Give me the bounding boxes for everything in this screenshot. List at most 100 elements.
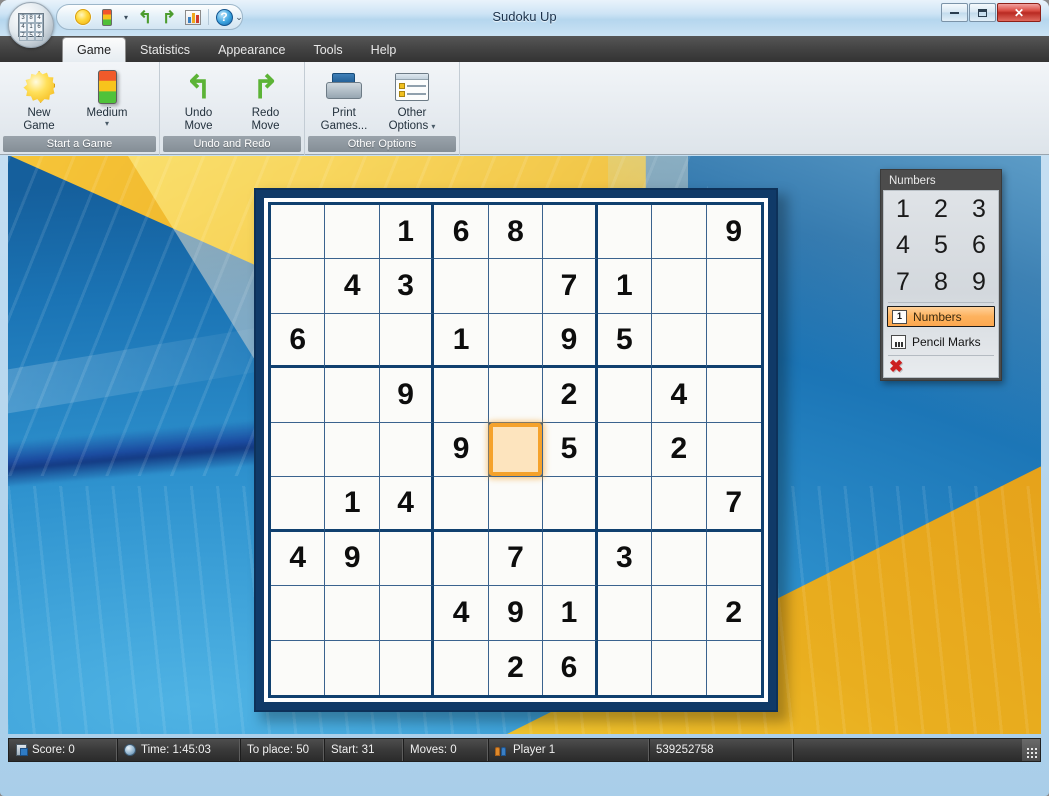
sudoku-cell-r2-c4[interactable] <box>434 259 489 314</box>
toolbar-overflow-button[interactable]: ⌄ <box>232 9 246 25</box>
sudoku-cell-r7-c1[interactable]: 4 <box>271 531 326 587</box>
sudoku-cell-r8-c4[interactable]: 4 <box>434 586 489 641</box>
sudoku-cell-r5-c2[interactable] <box>325 422 380 478</box>
sudoku-cell-r4-c8[interactable]: 4 <box>652 368 707 423</box>
mode-numbers-option[interactable]: 1 Numbers <box>887 306 995 327</box>
sudoku-cell-r7-c9[interactable] <box>706 531 761 587</box>
number-key-6[interactable]: 6 <box>960 228 998 265</box>
tab-statistics[interactable]: Statistics <box>126 38 204 62</box>
sudoku-cell-r5-c9[interactable] <box>706 422 761 478</box>
tab-appearance[interactable]: Appearance <box>204 38 299 62</box>
sudoku-cell-r3-c1[interactable]: 6 <box>271 313 326 369</box>
sudoku-cell-r9-c9[interactable] <box>706 640 761 695</box>
sudoku-cell-r6-c8[interactable] <box>652 477 707 532</box>
sudoku-cell-r9-c7[interactable] <box>597 640 653 695</box>
sudoku-cell-r2-c8[interactable] <box>652 259 707 314</box>
sudoku-cell-r2-c1[interactable] <box>271 259 326 314</box>
sudoku-cell-r3-c5[interactable] <box>488 313 544 369</box>
sudoku-cell-r6-c6[interactable] <box>543 477 598 532</box>
other-options-button[interactable]: Other Options ▾ <box>379 66 445 133</box>
difficulty-button[interactable]: Medium ▾ <box>74 66 140 130</box>
redo-quick-button[interactable]: ↱ <box>158 7 180 27</box>
difficulty-quick-button[interactable] <box>96 7 118 27</box>
sudoku-cell-r4-c3[interactable]: 9 <box>379 368 435 423</box>
sudoku-cell-r7-c4[interactable] <box>434 531 489 587</box>
sudoku-cell-r1-c8[interactable] <box>652 205 707 260</box>
sudoku-cell-r2-c9[interactable] <box>706 259 761 314</box>
sudoku-cell-r1-c6[interactable] <box>543 205 598 260</box>
sudoku-cell-r1-c7[interactable] <box>597 205 653 260</box>
new-game-quick-button[interactable] <box>72 7 94 27</box>
sudoku-cell-r8-c1[interactable] <box>271 586 326 641</box>
sudoku-cell-r2-c6[interactable]: 7 <box>543 259 598 314</box>
difficulty-dropdown-button[interactable]: ▾ <box>120 7 132 27</box>
sudoku-cell-r5-c3[interactable] <box>379 422 435 478</box>
sudoku-cell-r8-c5[interactable]: 9 <box>488 586 544 641</box>
close-button[interactable]: ✕ <box>997 3 1041 22</box>
sudoku-cell-r8-c6[interactable]: 1 <box>543 586 598 641</box>
sudoku-cell-r4-c9[interactable] <box>706 368 761 423</box>
sudoku-cell-r7-c8[interactable] <box>652 531 707 587</box>
mode-pencil-marks-option[interactable]: Pencil Marks <box>887 331 995 352</box>
sudoku-cell-r9-c2[interactable] <box>325 640 380 695</box>
number-keypad[interactable]: 123 456 789 <box>884 191 998 301</box>
sudoku-cell-r9-c8[interactable] <box>652 640 707 695</box>
number-key-8[interactable]: 8 <box>922 264 960 301</box>
sudoku-cell-r6-c3[interactable]: 4 <box>379 477 435 532</box>
undo-move-button[interactable]: ↰ Undo Move <box>166 66 231 133</box>
sudoku-cell-r6-c1[interactable] <box>271 477 326 532</box>
minimize-button[interactable] <box>941 3 968 22</box>
sudoku-cell-r7-c6[interactable] <box>543 531 598 587</box>
sudoku-cell-r2-c2[interactable]: 4 <box>325 259 380 314</box>
sudoku-cell-r7-c2[interactable]: 9 <box>325 531 380 587</box>
sudoku-cell-r3-c7[interactable]: 5 <box>597 313 653 369</box>
sudoku-cell-r3-c3[interactable] <box>379 313 435 369</box>
sudoku-cell-r6-c2[interactable]: 1 <box>325 477 380 532</box>
sudoku-cell-r8-c2[interactable] <box>325 586 380 641</box>
sudoku-cell-r5-c8[interactable]: 2 <box>652 422 707 478</box>
sudoku-grid[interactable]: 1689437161959249521474973491226 <box>268 202 764 698</box>
sudoku-cell-r1-c2[interactable] <box>325 205 380 260</box>
tab-game[interactable]: Game <box>62 37 127 62</box>
maximize-button[interactable] <box>969 3 996 22</box>
sudoku-cell-r4-c7[interactable] <box>597 368 653 423</box>
sudoku-cell-r9-c3[interactable] <box>379 640 435 695</box>
sudoku-cell-r1-c1[interactable] <box>271 205 326 260</box>
sudoku-cell-r6-c5[interactable] <box>488 477 544 532</box>
sudoku-cell-r5-c5[interactable] <box>488 422 544 478</box>
sudoku-cell-r8-c3[interactable] <box>379 586 435 641</box>
sudoku-cell-r4-c1[interactable] <box>271 368 326 423</box>
sudoku-cell-r1-c5[interactable]: 8 <box>488 205 544 260</box>
sudoku-cell-r6-c4[interactable] <box>434 477 489 532</box>
sudoku-cell-r4-c5[interactable] <box>488 368 544 423</box>
number-key-9[interactable]: 9 <box>960 264 998 301</box>
redo-move-button[interactable]: ↱ Redo Move <box>233 66 298 133</box>
sudoku-cell-r5-c1[interactable] <box>271 422 326 478</box>
print-games-button[interactable]: Print Games... <box>311 66 377 133</box>
sudoku-cell-r9-c5[interactable]: 2 <box>488 640 544 695</box>
number-key-2[interactable]: 2 <box>922 191 960 228</box>
sudoku-cell-r8-c7[interactable] <box>597 586 653 641</box>
sudoku-cell-r8-c8[interactable] <box>652 586 707 641</box>
number-key-1[interactable]: 1 <box>884 191 922 228</box>
sudoku-cell-r7-c7[interactable]: 3 <box>597 531 653 587</box>
sudoku-cell-r9-c6[interactable]: 6 <box>543 640 598 695</box>
sudoku-cell-r3-c2[interactable] <box>325 313 380 369</box>
sudoku-cell-r1-c4[interactable]: 6 <box>434 205 489 260</box>
sudoku-cell-r6-c9[interactable]: 7 <box>706 477 761 532</box>
sudoku-cell-r4-c6[interactable]: 2 <box>543 368 598 423</box>
sudoku-cell-r4-c4[interactable] <box>434 368 489 423</box>
number-key-3[interactable]: 3 <box>960 191 998 228</box>
new-game-button[interactable]: New Game <box>6 66 72 133</box>
sudoku-cell-r3-c9[interactable] <box>706 313 761 369</box>
sudoku-cell-r8-c9[interactable]: 2 <box>706 586 761 641</box>
erase-button[interactable]: ✖ <box>884 357 998 376</box>
sudoku-cell-r3-c4[interactable]: 1 <box>434 313 489 369</box>
sudoku-cell-r3-c6[interactable]: 9 <box>543 313 598 369</box>
sudoku-cell-r7-c5[interactable]: 7 <box>488 531 544 587</box>
sudoku-cell-r5-c6[interactable]: 5 <box>543 422 598 478</box>
sudoku-cell-r1-c3[interactable]: 1 <box>379 205 435 260</box>
tab-tools[interactable]: Tools <box>299 38 356 62</box>
sudoku-cell-r2-c7[interactable]: 1 <box>597 259 653 314</box>
number-key-4[interactable]: 4 <box>884 228 922 265</box>
